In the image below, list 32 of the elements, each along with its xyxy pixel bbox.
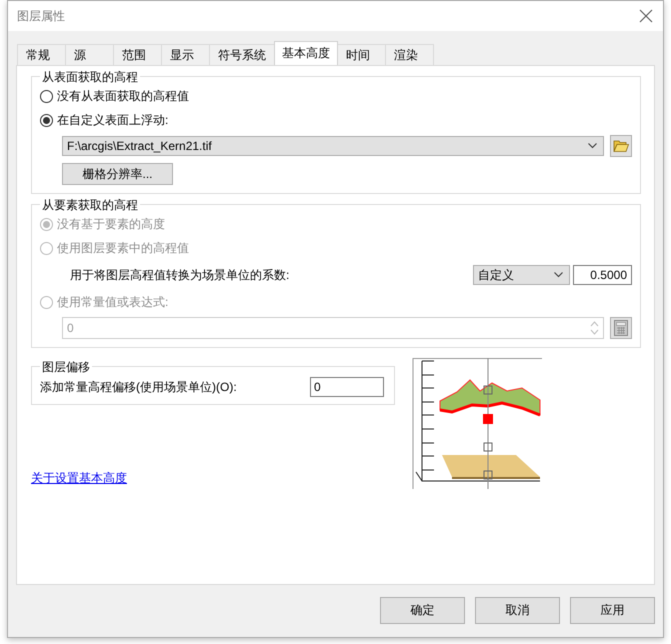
- radio-label: 使用图层要素中的高程值: [57, 240, 189, 256]
- dialog-button[interactable]: 应用: [570, 597, 655, 624]
- radio-label: 使用常量值或表达式:: [57, 294, 168, 310]
- folder-icon: [613, 139, 629, 153]
- open-folder-button[interactable]: [610, 135, 632, 157]
- offset-label: 添加常量高程偏移(使用场景单位)(O):: [40, 378, 237, 396]
- unit-dropdown[interactable]: 自定义: [473, 265, 570, 285]
- chevron-down-icon: [554, 272, 563, 278]
- calculator-button[interactable]: [610, 317, 632, 339]
- factor-label: 用于将图层高程值转换为场景单位的系数:: [70, 266, 290, 284]
- group-title: 从要素获取的高程: [40, 197, 140, 214]
- group-title: 图层偏移: [40, 359, 92, 376]
- close-icon[interactable]: [639, 9, 653, 23]
- tab[interactable]: 渲染: [385, 44, 434, 65]
- tab[interactable]: 常规: [17, 44, 66, 65]
- offset-input[interactable]: 0: [310, 377, 384, 397]
- radio-label: 在自定义表面上浮动:: [57, 112, 168, 128]
- surface-dropdown[interactable]: F:\arcgis\Extract_Kern21.tif: [62, 136, 604, 156]
- calculator-icon: [614, 320, 628, 336]
- factor-input[interactable]: 0.5000: [573, 265, 632, 285]
- window-title: 图层属性: [17, 8, 65, 24]
- tab[interactable]: 基本高度: [274, 41, 338, 65]
- radio-button[interactable]: [40, 114, 53, 126]
- radio-label: 没有基于要素的高度: [57, 216, 165, 232]
- dialog-button[interactable]: 取消: [475, 597, 560, 624]
- spinner-arrows-icon: [590, 320, 599, 336]
- chevron-down-icon: [588, 143, 597, 149]
- radio-button[interactable]: [40, 90, 53, 102]
- raster-resolution-button[interactable]: 栅格分辨率...: [62, 163, 173, 185]
- help-link[interactable]: 关于设置基本高度: [31, 470, 395, 487]
- radio-label: 没有从表面获取的高程值: [57, 88, 189, 104]
- dialog-button[interactable]: 确定: [380, 597, 465, 624]
